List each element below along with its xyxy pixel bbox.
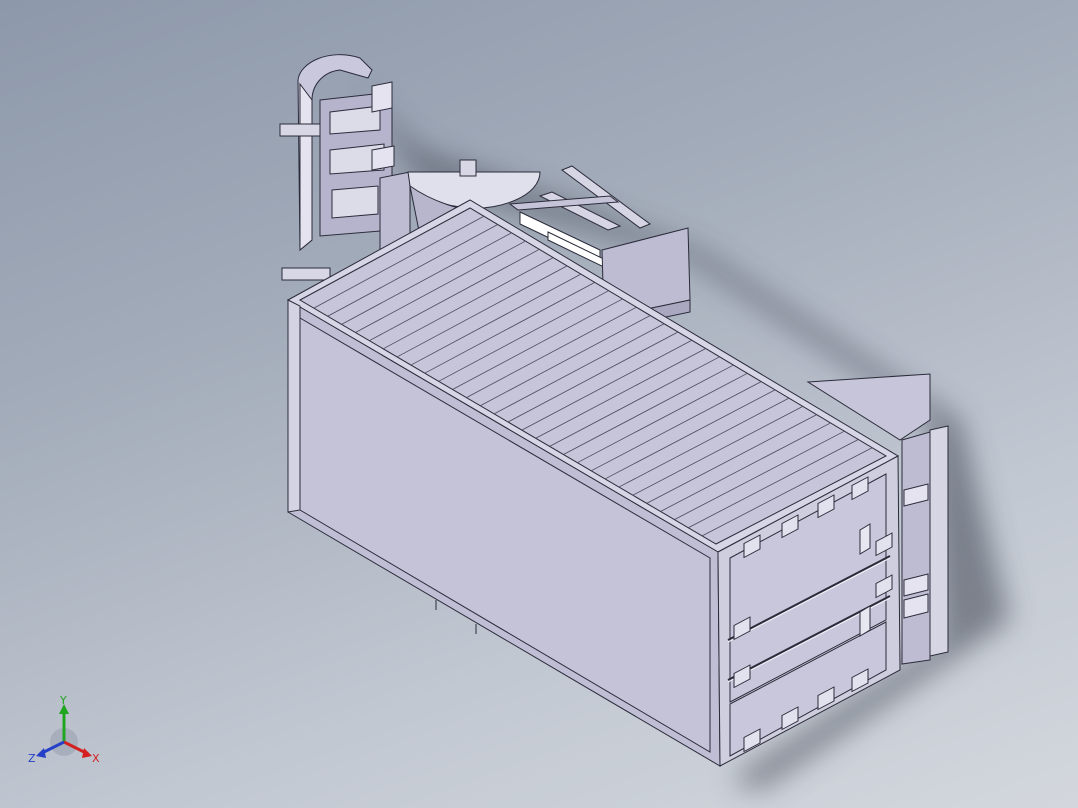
model-3d-view[interactable] (0, 0, 1078, 808)
graphics-viewport[interactable]: Y X Z (0, 0, 1078, 808)
y-axis-label: Y (59, 694, 67, 707)
coordinate-triad: Y X Z (28, 694, 100, 765)
x-axis-label: X (92, 752, 100, 765)
z-axis-label: Z (28, 752, 36, 765)
